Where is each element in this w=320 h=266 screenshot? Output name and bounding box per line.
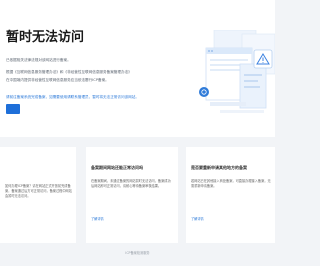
page-title: 暂时无法访问 bbox=[6, 30, 85, 45]
primary-action-button[interactable] bbox=[6, 104, 20, 114]
card-description: 若网站已在其他接入商处备案，可直接办理接入备案，无需重新申请备案。 bbox=[191, 179, 271, 189]
card-description: 如何办理ICP备案？请在网站正式开放前完成备案，备案通过后方可正常访问，备案过程… bbox=[5, 184, 72, 199]
card-description: 在备案期间，未通过备案的网站暂时无法访问，备案成功后网站即可正常访问，请耐心等待… bbox=[91, 179, 171, 189]
card-detail-link[interactable]: 了解详情 bbox=[91, 217, 104, 222]
info-card: 备案期间网站还能正常访问吗 在备案期间，未通过备案的网站暂时无法访问，备案成功后… bbox=[86, 147, 178, 243]
info-card: 如何办理ICP备案？请在网站正式开放前完成备案，备案通过后方可正常访问，备案过程… bbox=[0, 147, 76, 243]
blocked-site-illustration bbox=[199, 30, 275, 113]
hero-description-line: 根据《互联网信息服务管理办法》和《非经营性互联网信息服务备案管理办法》 bbox=[6, 70, 132, 74]
info-cards: 如何办理ICP备案？请在网站正式开放前完成备案，备案通过后方可正常访问，备案过程… bbox=[0, 147, 275, 243]
card-title: 备案期间网站还能正常访问吗 bbox=[91, 165, 143, 170]
card-title: 是否要重新申请其他地方的备案 bbox=[191, 165, 247, 170]
footer-text: ICP备案检测服务 bbox=[125, 251, 150, 255]
hero-section: 暂时无法访问 已依据相关法律法规对该网站进行备案。 根据《互联网信息服务管理办法… bbox=[0, 0, 275, 137]
hero-notice-link[interactable]: 请前往备案系统完成备案，如需要使用请联系管理员，暂时将无法正常访问该网站。 bbox=[6, 95, 139, 100]
hero-description-line: 已依据相关法律法规对该网站进行备案。 bbox=[6, 58, 71, 62]
info-card: 是否要重新申请其他地方的备案 若网站已在其他接入商处备案，可直接办理接入备案，无… bbox=[186, 147, 275, 243]
page: 暂时无法访问 已依据相关法律法规对该网站进行备案。 根据《互联网信息服务管理办法… bbox=[0, 0, 275, 266]
hero-description-line: 在中国境内提供非经营性互联网信息服务应当依法履行ICP备案。 bbox=[6, 78, 109, 82]
card-detail-link[interactable]: 了解详情 bbox=[191, 217, 204, 222]
